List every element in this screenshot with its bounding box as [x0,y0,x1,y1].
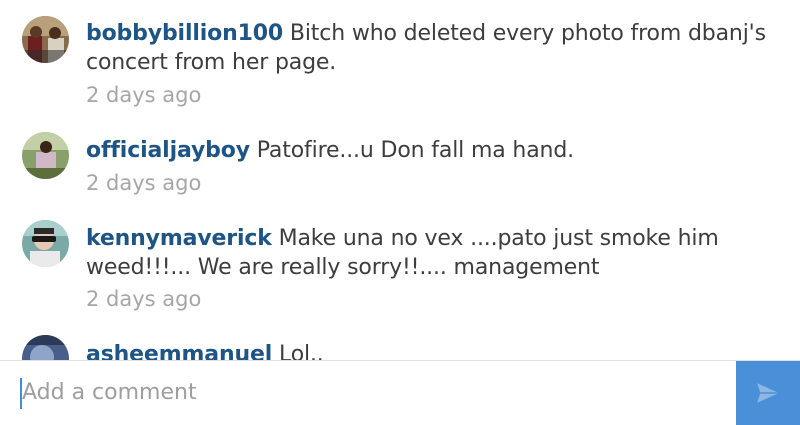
comment-composer [0,360,800,425]
comment-text: kennymaverick Make una no vex ....pato j… [86,224,766,282]
text-cursor [20,378,22,409]
comment-timestamp: 2 days ago [86,83,202,107]
comment-text: officialjayboy Patofire...u Don fall ma … [86,136,766,165]
comment-body: Patofire...u Don fall ma hand. [256,138,574,163]
comment-text: bobbybillion100 Bitch who deleted every … [86,19,766,77]
username-link[interactable]: kennymaverick [86,226,272,251]
comment-text: asheemmanuel Lol.. [86,340,766,360]
avatar[interactable] [22,132,69,179]
send-icon [757,383,779,403]
avatar[interactable] [22,220,69,267]
comment-body: Lol.. [278,342,324,360]
username-link[interactable]: asheemmanuel [86,342,272,360]
username-link[interactable]: bobbybillion100 [86,21,283,46]
comment-input[interactable] [0,361,736,424]
send-button[interactable] [736,361,800,425]
username-link[interactable]: officialjayboy [86,138,250,163]
avatar[interactable] [22,335,69,360]
comment-timestamp: 2 days ago [86,171,202,195]
comments-list[interactable]: bobbybillion100 Bitch who deleted every … [0,0,800,360]
avatar[interactable] [22,16,69,63]
comment-timestamp: 2 days ago [86,287,202,311]
